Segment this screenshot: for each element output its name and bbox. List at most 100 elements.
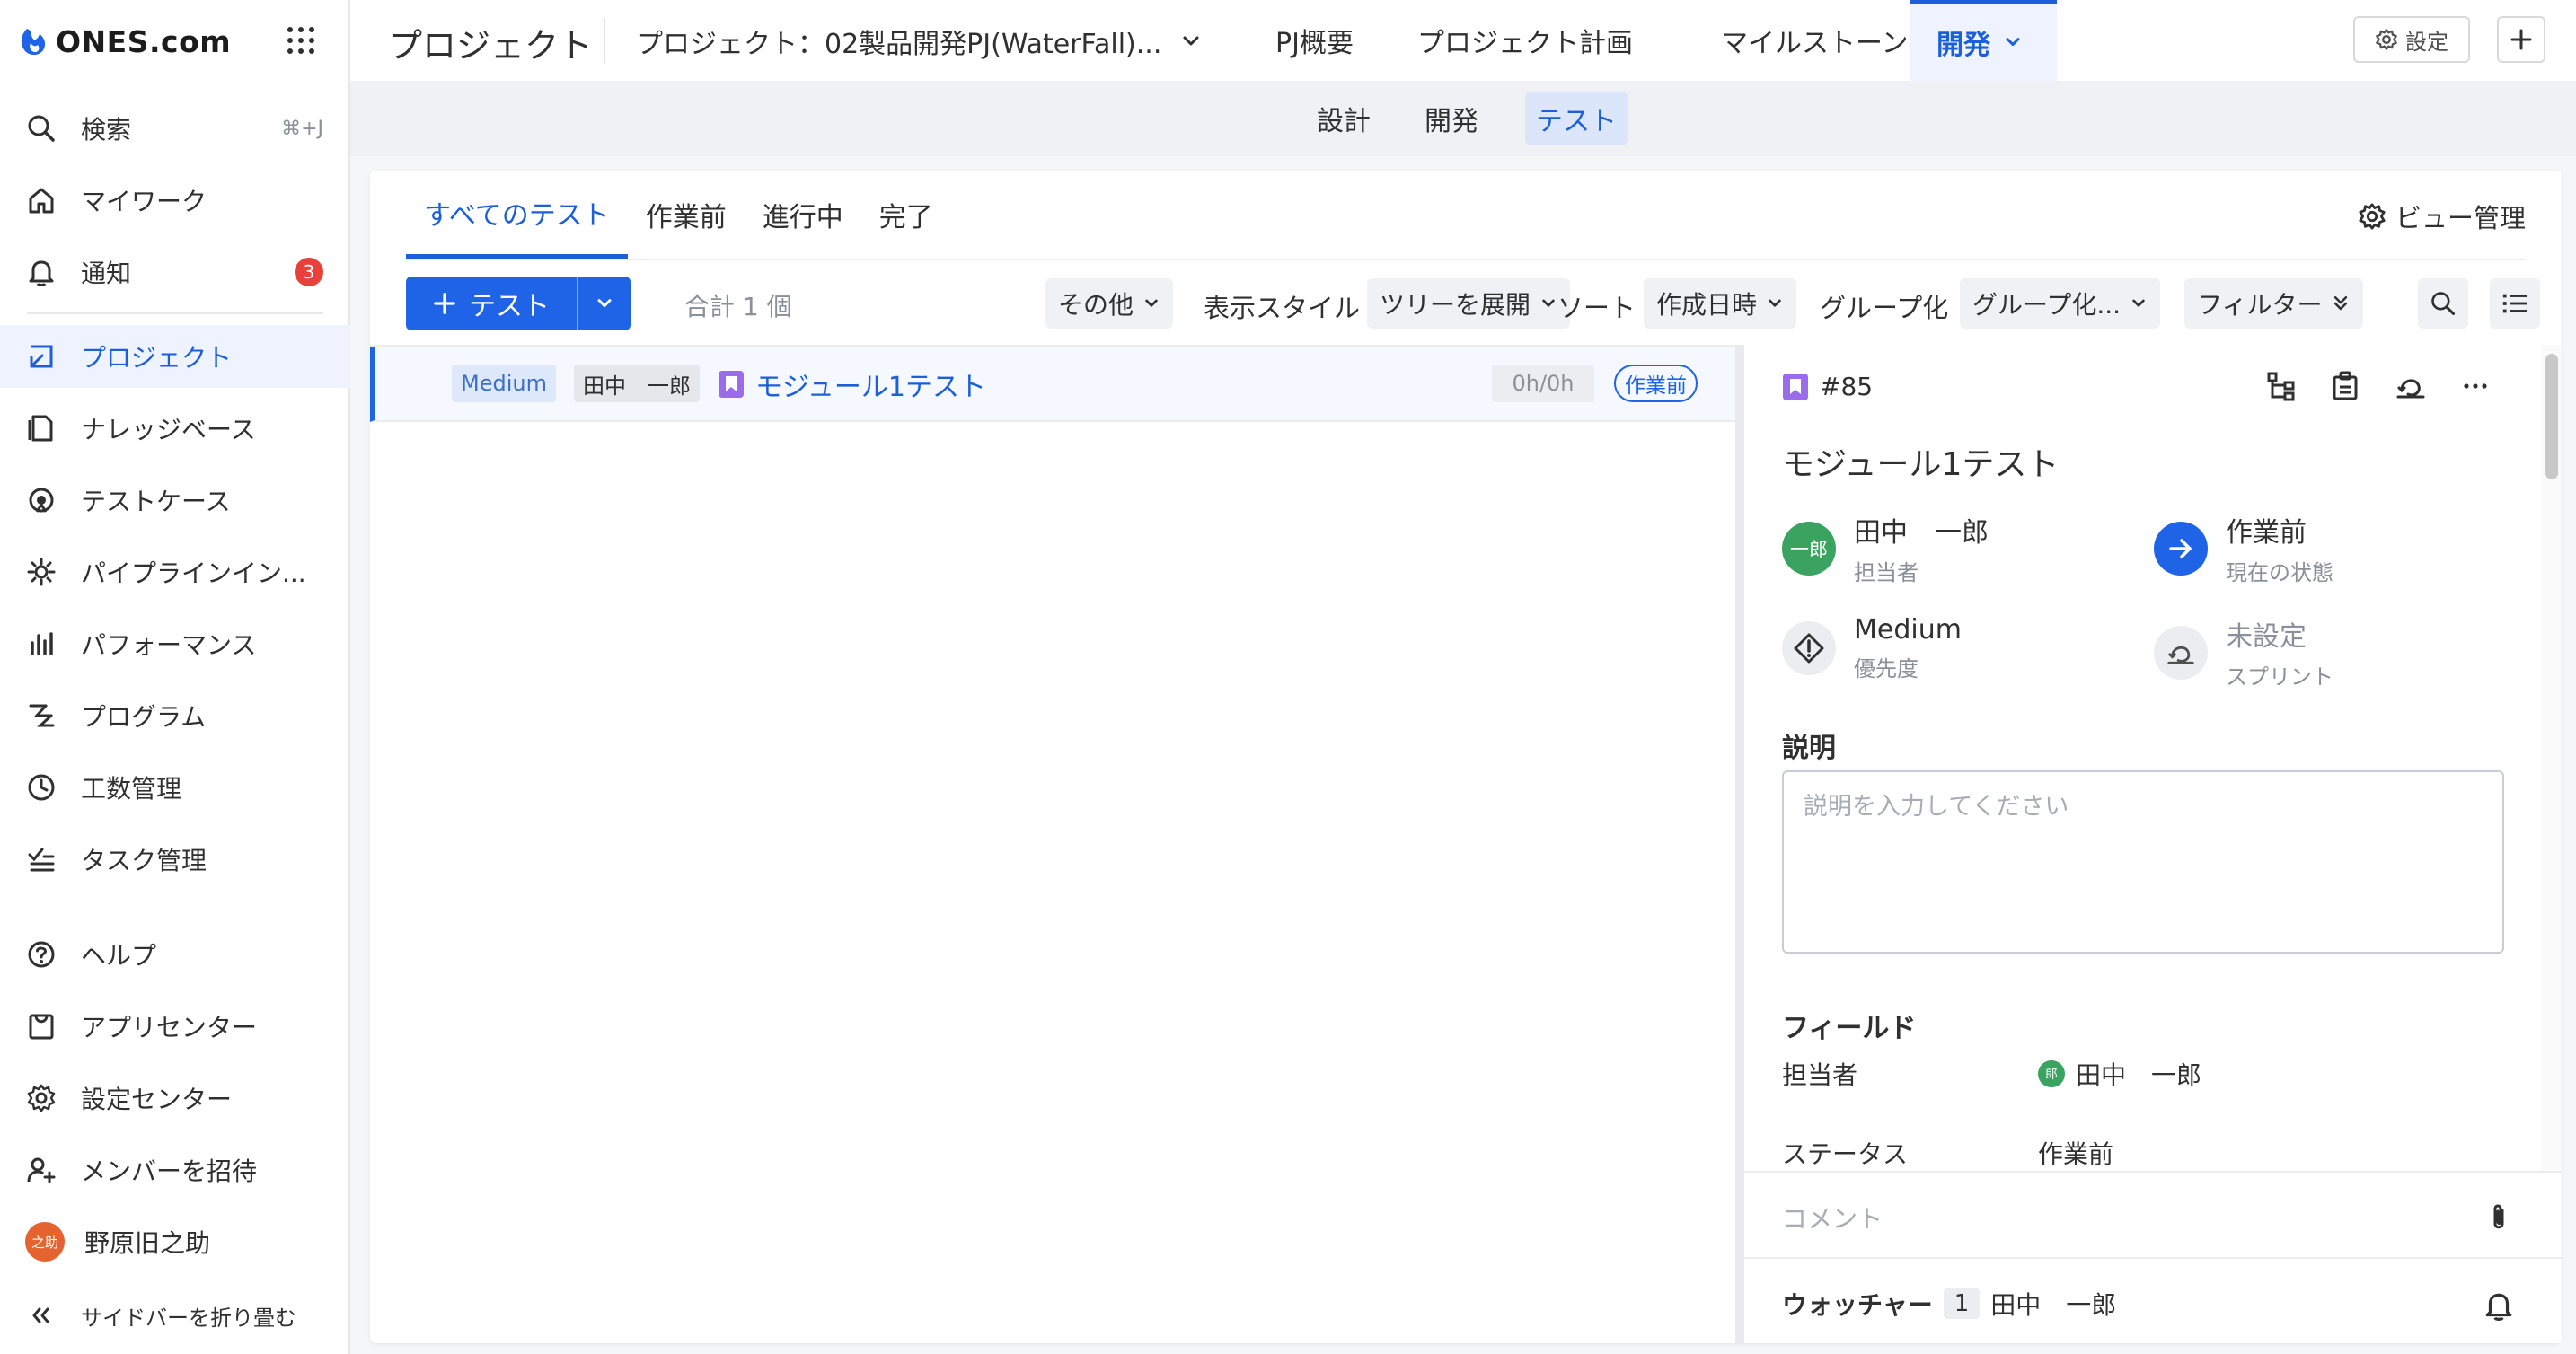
panel-splitter[interactable] xyxy=(1735,345,1744,1343)
field-assignee[interactable]: 担当者 郎 田中 一郎 xyxy=(1782,1056,2201,1092)
group-dropdown[interactable]: グループ化... xyxy=(1960,278,2161,329)
plus-icon xyxy=(2510,29,2532,50)
ones-logo[interactable]: ONES.com xyxy=(18,22,231,61)
field-value-text: 田中 一郎 xyxy=(2076,1060,2202,1090)
display-style-dropdown[interactable]: ツリーを展開 xyxy=(1367,278,1571,329)
sidebar-item-collapse[interactable]: サイドバーを折り畳む xyxy=(0,1284,350,1347)
sidebar-item-label: マイワーク xyxy=(81,187,207,216)
detail-actions xyxy=(2265,370,2492,402)
bell-icon xyxy=(25,256,57,288)
test-item-icon xyxy=(719,371,744,398)
display-style-value: ツリーを展開 xyxy=(1380,290,1531,320)
notification-badge: 3 xyxy=(295,258,323,286)
scrollbar-thumb[interactable] xyxy=(2545,354,2558,479)
tab-project-plan[interactable]: プロジェクト計画 xyxy=(1390,0,1660,81)
sprint-property[interactable]: 未設定 スプリント xyxy=(2154,614,2333,690)
sidebar-item-app-center[interactable]: アプリセンター xyxy=(0,995,350,1058)
home-icon xyxy=(25,184,57,216)
filter-button[interactable]: フィルター xyxy=(2184,278,2364,329)
view-tab-not-started[interactable]: 作業前 xyxy=(628,171,745,259)
assignee-property[interactable]: 一郎 田中 一郎 担当者 xyxy=(1782,510,1989,586)
sidebar-item-invite-members[interactable]: メンバーを招待 xyxy=(0,1139,350,1201)
view-tab-done[interactable]: 完了 xyxy=(861,171,951,259)
total-count: 合計 1 個 xyxy=(684,292,792,321)
watchers[interactable]: ウォッチャー 1 田中 一郎 xyxy=(1782,1286,2116,1322)
sidebar-item-user-profile[interactable]: 之助 野原旧之助 xyxy=(0,1210,350,1273)
view-management-button[interactable]: ビュー管理 xyxy=(2358,198,2526,235)
status-badge[interactable]: 作業前 xyxy=(1614,365,1698,402)
sidebar-item-settings-center[interactable]: 設定センター xyxy=(0,1067,350,1130)
view-tab-label: 進行中 xyxy=(762,202,843,233)
add-test-dropdown[interactable] xyxy=(578,294,631,313)
sort-dropdown[interactable]: 作成日時 xyxy=(1644,278,1797,329)
sidebar-item-notifications[interactable]: 通知 3 xyxy=(0,241,350,303)
comment-divider xyxy=(1744,1257,2562,1259)
search-button[interactable] xyxy=(2418,278,2468,329)
row-title-link[interactable]: モジュール1テスト xyxy=(755,365,986,404)
attachment-icon[interactable] xyxy=(2483,1201,2515,1234)
sidebar-item-label: サイドバーを折り畳む xyxy=(81,1305,296,1331)
sidebar-item-search[interactable]: 検索 ⌘+J xyxy=(0,97,350,160)
state-property[interactable]: 作業前 現在の状態 xyxy=(2154,510,2333,586)
sidebar-item-my-work[interactable]: マイワーク xyxy=(0,169,350,232)
user-avatar: 之助 xyxy=(25,1222,65,1262)
subtab-test[interactable]: テスト xyxy=(1525,92,1628,145)
settings-button[interactable]: 設定 xyxy=(2353,16,2470,63)
sidebar-item-help[interactable]: ヘルプ xyxy=(0,923,350,986)
other-label: その他 xyxy=(1058,290,1134,320)
sidebar-item-label: プログラム xyxy=(81,702,207,732)
sprint-icon[interactable] xyxy=(2395,370,2427,402)
sidebar-item-project[interactable]: プロジェクト xyxy=(0,325,350,388)
chevron-down-icon xyxy=(1145,299,1158,307)
sidebar-item-task-management[interactable]: タスク管理 xyxy=(0,828,350,891)
app-center-icon xyxy=(25,1010,57,1042)
subtab-label: 設計 xyxy=(1317,106,1371,137)
view-tab-all-tests[interactable]: すべてのテスト xyxy=(406,171,628,259)
add-button[interactable] xyxy=(2497,16,2545,63)
sidebar-item-performance[interactable]: パフォーマンス xyxy=(0,612,350,675)
detail-title[interactable]: モジュール1テスト xyxy=(1782,438,2059,485)
other-dropdown[interactable]: その他 xyxy=(1045,278,1174,329)
sidebar-item-test-case[interactable]: テストケース xyxy=(0,469,350,532)
project-selector[interactable]: プロジェクト：02製品開発PJ(WaterFall)... xyxy=(636,22,1203,61)
sidebar-item-program[interactable]: プログラム xyxy=(0,684,350,747)
group-value: グループ化... xyxy=(1972,290,2122,320)
search-shortcut: ⌘+J xyxy=(281,117,323,140)
sidebar-item-work-hours[interactable]: 工数管理 xyxy=(0,756,350,819)
field-status[interactable]: ステータス 作業前 xyxy=(1782,1135,2113,1171)
toolbar: テスト 合計 1 個 その他 表示スタイル ツリーを展開 ソート 作成日時 グル… xyxy=(406,277,2540,330)
filter-label: フィルター xyxy=(2197,290,2323,320)
user-name: 野原旧之助 xyxy=(84,1228,211,1258)
sidebar-item-label: 通知 xyxy=(81,259,132,288)
apps-grid-icon[interactable] xyxy=(286,25,316,56)
top-divider xyxy=(604,18,605,63)
tab-development[interactable]: 開発 xyxy=(1910,0,2057,81)
bell-icon[interactable] xyxy=(2483,1289,2515,1322)
tab-pj-overview[interactable]: PJ概要 xyxy=(1248,0,1381,81)
watchers-count: 1 xyxy=(1943,1288,1981,1319)
priority-icon xyxy=(1782,621,1836,675)
sidebar-item-knowledge-base[interactable]: ナレッジベース xyxy=(0,397,350,460)
more-icon[interactable] xyxy=(2459,370,2492,402)
add-test-button[interactable]: テスト xyxy=(406,277,631,330)
subtab-label: 開発 xyxy=(1425,106,1478,137)
comment-input[interactable]: コメント xyxy=(1782,1200,1883,1235)
hierarchy-icon[interactable] xyxy=(2265,370,2298,402)
tab-milestone[interactable]: マイルストーン xyxy=(1694,0,1936,81)
subtab-development[interactable]: 開発 xyxy=(1414,92,1489,145)
subtab-design[interactable]: 設計 xyxy=(1306,92,1381,145)
list-view-button[interactable] xyxy=(2490,278,2540,329)
priority-property[interactable]: Medium 優先度 xyxy=(1782,614,1962,682)
detail-scrollbar[interactable] xyxy=(2542,345,2562,1171)
priority-value: Medium xyxy=(1854,614,1962,646)
sidebar-item-pipeline[interactable]: パイプラインイン... xyxy=(0,541,350,603)
sidebar-item-label: 設定センター xyxy=(81,1085,233,1114)
state-value: 作業前 xyxy=(2226,517,2307,549)
table-row[interactable]: Medium 田中 一郎 モジュール1テスト 0h/0h 作業前 xyxy=(370,347,1735,422)
task-icon xyxy=(25,843,57,875)
description-input[interactable]: 説明を入力してください xyxy=(1782,770,2504,954)
add-test-main[interactable]: テスト xyxy=(406,277,577,330)
copy-icon[interactable] xyxy=(2330,370,2362,402)
view-tab-in-progress[interactable]: 進行中 xyxy=(745,171,861,259)
priority-label: 優先度 xyxy=(1854,656,1919,681)
